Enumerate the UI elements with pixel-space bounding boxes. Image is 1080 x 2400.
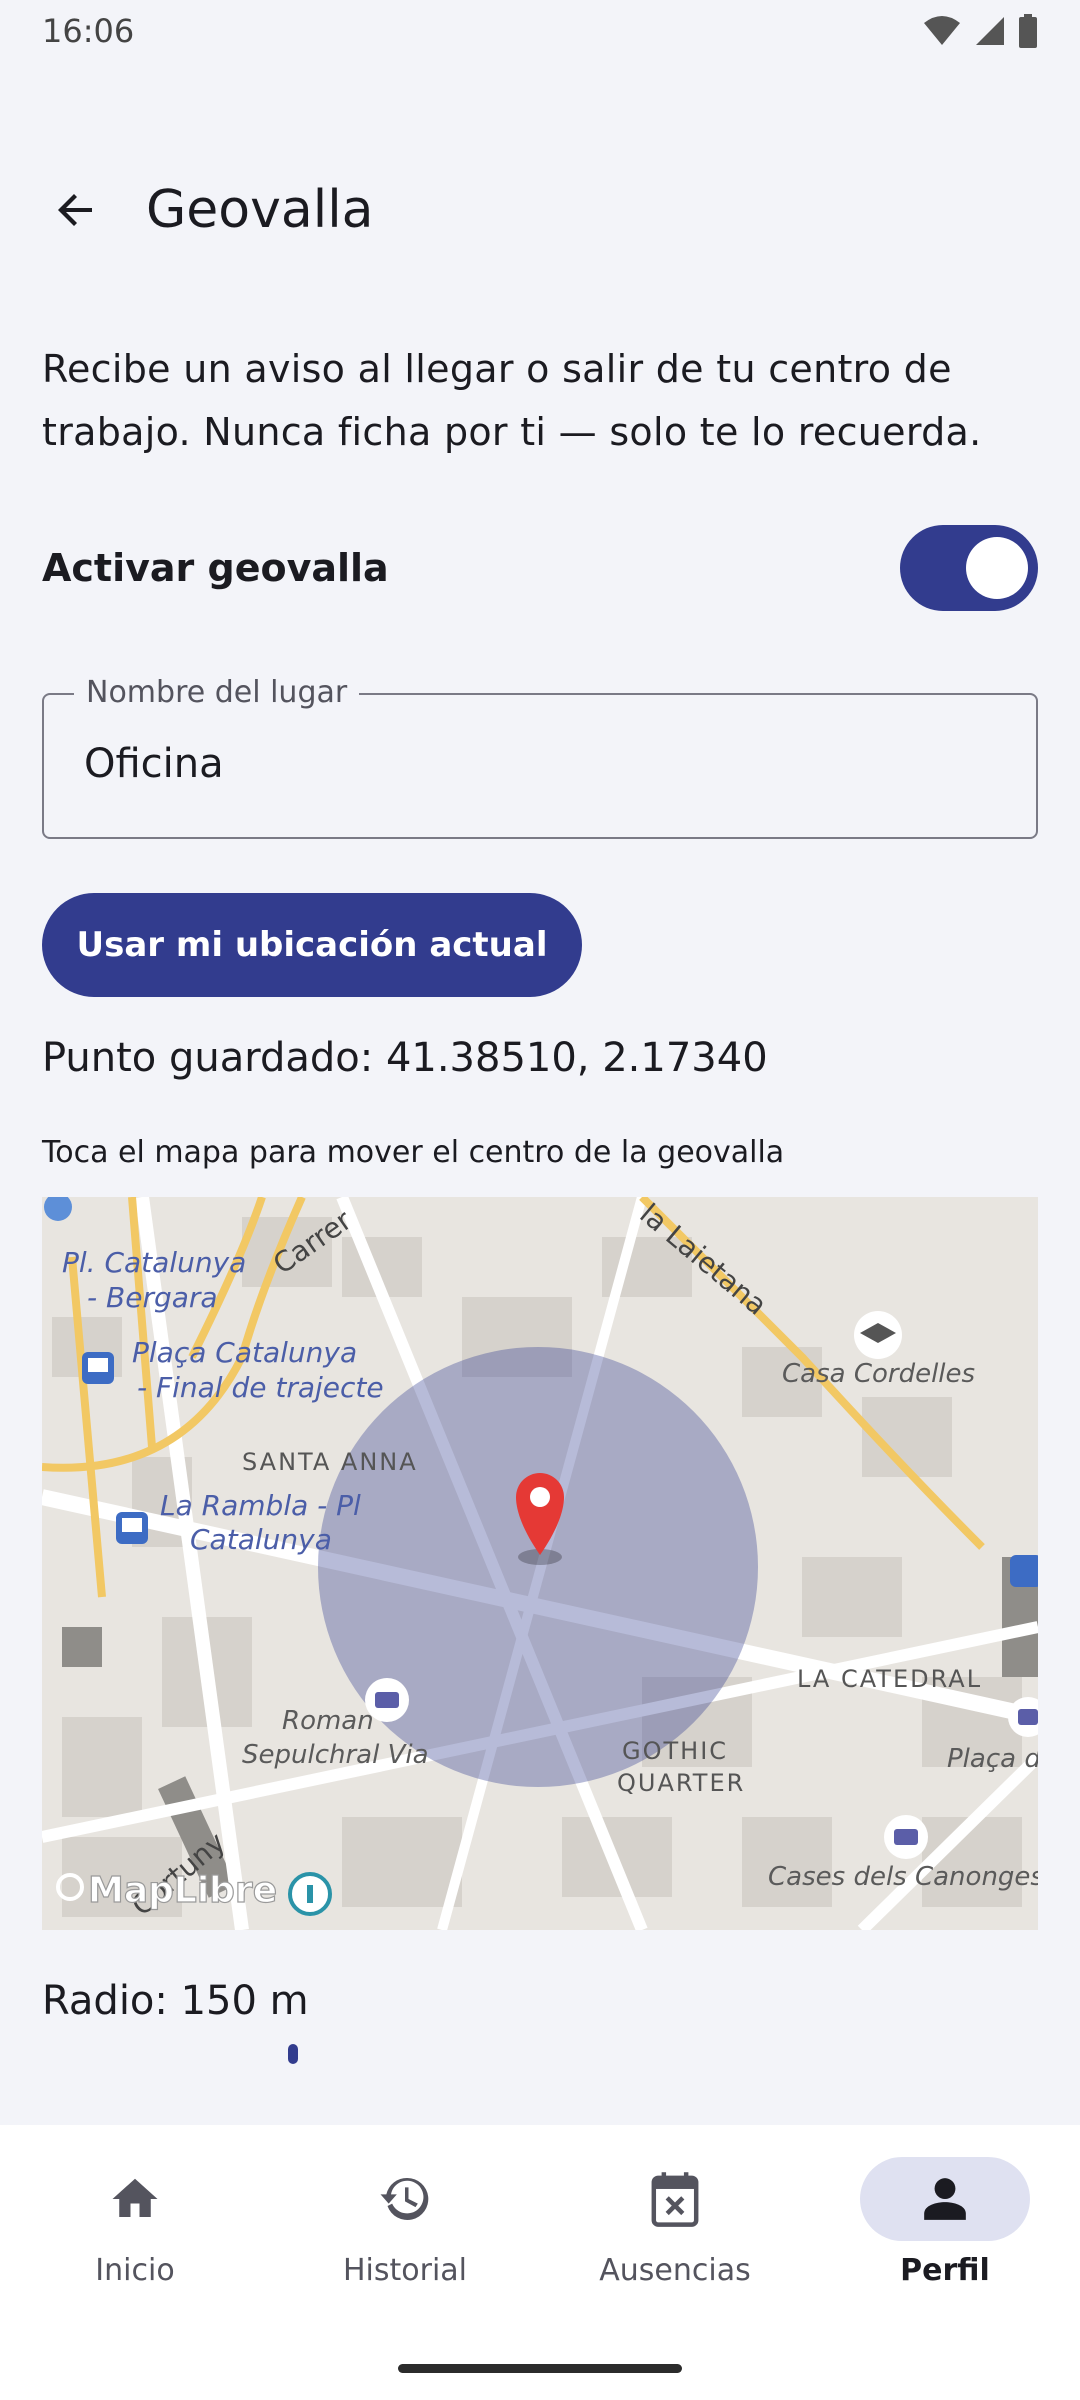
maplibre-logo: MapLibre	[56, 1869, 278, 1912]
svg-text:MapLibre: MapLibre	[88, 1870, 277, 1911]
map-label: Casa Cordelles	[782, 1359, 975, 1389]
info-icon[interactable]	[288, 1872, 332, 1916]
person-icon	[924, 2178, 966, 2220]
map-label: Plaça d	[947, 1744, 1038, 1774]
map-label: Cases dels Canonges	[768, 1862, 1038, 1892]
map-label: Plaça Catalunya	[132, 1336, 357, 1369]
nav-icon-wrap	[860, 2157, 1030, 2241]
map-label: La Rambla - Pl	[160, 1489, 361, 1522]
radius-slider-thumb[interactable]	[288, 2044, 298, 2064]
school-icon	[854, 1311, 902, 1359]
home-icon	[112, 2178, 158, 2217]
nav-item-inicio[interactable]: Inicio	[0, 2125, 270, 2315]
map-label: - Final de trajecte	[137, 1371, 384, 1404]
status-time: 16:06	[42, 12, 135, 50]
status-bar: 16:06	[0, 0, 1080, 62]
radius-label: Radio: 150 m	[42, 1978, 309, 2024]
place-name-input[interactable]	[84, 741, 984, 787]
bus-stop-icon	[116, 1512, 148, 1544]
bus-stop-icon	[82, 1352, 114, 1384]
nav-label: Historial	[342, 2253, 468, 2288]
nav-icon-wrap	[320, 2157, 490, 2241]
status-icons	[922, 14, 1038, 48]
page-title: Geovalla	[146, 180, 374, 240]
geofence-toggle[interactable]	[900, 524, 1038, 611]
map-hint: Toca el mapa para mover el centro de la …	[42, 1135, 785, 1170]
history-icon	[380, 2177, 429, 2220]
home-indicator[interactable]	[398, 2364, 682, 2373]
map-label: Roman	[282, 1706, 374, 1736]
nav-label: Perfil	[900, 2253, 990, 2288]
nav-icon-wrap	[50, 2157, 220, 2241]
wifi-icon	[924, 16, 960, 45]
nav-label: Ausencias	[599, 2253, 751, 2288]
nav-item-ausencias[interactable]: Ausencias	[540, 2125, 810, 2315]
calendar-x-icon	[651, 2172, 699, 2227]
map-label: Pl. Catalunya	[62, 1246, 246, 1279]
map-label: GOTHIC	[622, 1737, 728, 1765]
map-label: SANTA ANNA	[242, 1448, 418, 1476]
toggle-knob	[966, 536, 1028, 599]
arrow-back-icon	[58, 194, 92, 226]
top-app-bar: Geovalla	[0, 150, 1080, 270]
place-name-field: Nombre del lugar	[42, 675, 1038, 839]
camera-icon	[884, 1815, 928, 1859]
nav-item-historial[interactable]: Historial	[270, 2125, 540, 2315]
saved-point-text: Punto guardado: 41.38510, 2.17340	[42, 1035, 768, 1081]
battery-icon	[1019, 14, 1037, 48]
signal-icon	[976, 17, 1004, 45]
map-label: - Bergara	[87, 1281, 218, 1314]
map-label: Sepulchral Via	[242, 1740, 429, 1770]
map-view[interactable]: Pl. Catalunya - Bergara Plaça Catalunya …	[42, 1197, 1038, 1930]
map-label: Catalunya	[190, 1523, 332, 1556]
geofence-description: Recibe un aviso al llegar o salir de tu …	[42, 347, 982, 454]
map-label: QUARTER	[617, 1769, 745, 1797]
toggle-label: Activar geovalla	[42, 545, 389, 590]
nav-item-perfil[interactable]: Perfil	[810, 2125, 1080, 2315]
geofence-toggle-row: Activar geovalla	[42, 520, 1038, 615]
nav-label: Inicio	[95, 2253, 175, 2288]
use-current-location-button[interactable]: Usar mi ubicación actual	[42, 893, 582, 997]
back-button[interactable]	[40, 174, 112, 246]
place-name-label: Nombre del lugar	[74, 675, 360, 710]
map-canvas[interactable]: Pl. Catalunya - Bergara Plaça Catalunya …	[42, 1197, 1038, 1930]
bottom-navigation: Inicio Historial Ausencias Perfil	[0, 2125, 1080, 2400]
map-label: LA CATEDRAL	[797, 1665, 982, 1693]
bus-stop-icon	[1010, 1555, 1038, 1587]
nav-icon-wrap	[590, 2157, 760, 2241]
